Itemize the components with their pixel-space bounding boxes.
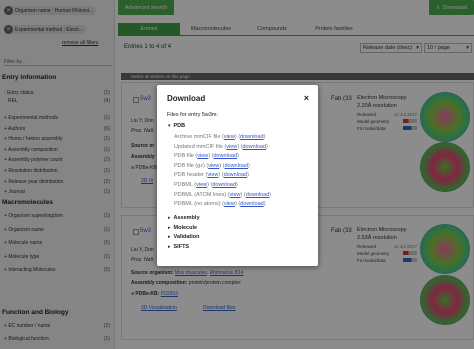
caret-down-icon: ▾ [168,123,171,129]
caret-right-icon: ▸ [168,215,171,221]
close-icon[interactable]: × [304,93,309,103]
file-row: Updated mmCIF file (view) (download) [174,143,268,150]
download-modal: Download × Files for entry 5w3m: ▾ PDB A… [157,85,318,266]
view-link[interactable]: view [226,144,237,150]
file-row: PDBML (view) (download) [174,182,238,188]
view-link[interactable]: view [197,153,208,159]
tree-node-pdb[interactable]: ▾ PDB [168,123,185,129]
file-row: PDB file (gz) (view) (download) [174,162,250,169]
file-row: PDB header (view) (download) [174,172,249,179]
download-link[interactable]: download [246,192,270,198]
tree-node-validation[interactable]: ▸ Validation [168,234,200,240]
tree-node-molecule[interactable]: ▸ Molecule [168,225,197,231]
file-row: PDB file (view) (download) [174,153,239,160]
caret-right-icon: ▸ [168,234,171,241]
download-link[interactable]: download [240,201,264,207]
view-link[interactable]: view [207,172,218,178]
download-link[interactable]: download [240,134,264,140]
download-link[interactable]: download [243,144,267,150]
tree-node-sifts[interactable]: ▸ SIFTS [168,244,189,250]
download-link[interactable]: download [213,153,237,159]
view-link[interactable]: view [208,163,219,169]
view-link[interactable]: view [230,192,241,198]
download-link[interactable]: download [224,163,248,169]
file-row: PDBML (no atoms) (view) (download) [174,201,266,208]
view-link[interactable]: view [224,201,235,207]
view-link[interactable]: view [224,134,235,140]
caret-right-icon: ▸ [168,224,171,231]
files-for-label: Files for entry 5w3m: [167,112,219,118]
modal-title: Download [167,94,206,103]
download-link[interactable]: download [224,172,248,178]
download-link[interactable]: download [212,182,236,188]
view-link[interactable]: view [196,182,207,188]
file-row: Archive mmCIF file (view) (download) [174,134,266,140]
caret-right-icon: ▸ [168,243,171,250]
tree-node-assembly[interactable]: ▸ Assembly [168,215,200,221]
file-row: PDBML (ATOM lines) (view) (download) [174,191,272,198]
